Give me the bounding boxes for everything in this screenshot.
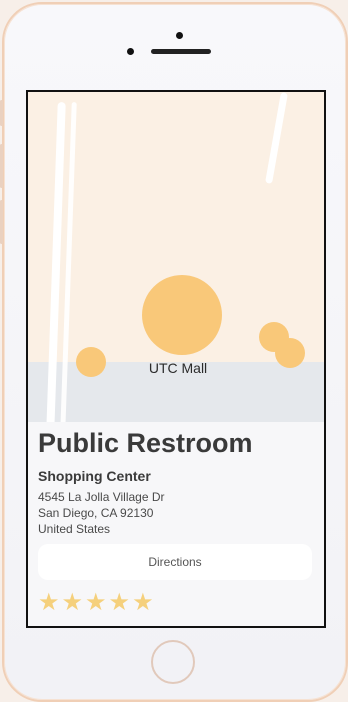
front-camera xyxy=(176,32,183,39)
star-icon[interactable]: ★ xyxy=(38,590,60,614)
side-button-left-2 xyxy=(0,144,3,188)
star-icon[interactable]: ★ xyxy=(85,590,107,614)
star-icon[interactable]: ★ xyxy=(62,590,84,614)
star-icon[interactable]: ★ xyxy=(132,590,154,614)
star-icon[interactable]: ★ xyxy=(109,590,131,614)
place-category: Shopping Center xyxy=(38,468,151,484)
map-marker-large[interactable] xyxy=(142,275,222,355)
map-view[interactable]: UTC Mall xyxy=(28,92,324,422)
address-line-3: United States xyxy=(38,522,111,536)
map-road-right xyxy=(265,92,288,184)
map-marker-right-2[interactable] xyxy=(275,338,305,368)
rating-stars[interactable]: ★ ★ ★ ★ ★ xyxy=(38,590,154,614)
side-button-left-1 xyxy=(0,100,3,126)
address-line-2: San Diego, CA 92130 xyxy=(38,506,154,520)
app-screen: UTC Mall Public Restroom Shopping Center… xyxy=(26,90,326,628)
side-button-left-3 xyxy=(0,200,3,244)
home-button-icon[interactable] xyxy=(151,640,195,684)
directions-button[interactable]: Directions xyxy=(38,544,312,580)
map-place-label: UTC Mall xyxy=(148,360,208,376)
front-sensor xyxy=(127,48,134,55)
map-marker-left[interactable] xyxy=(76,347,106,377)
address-line-1: 4545 La Jolla Village Dr xyxy=(38,490,165,504)
earpiece-speaker xyxy=(151,49,211,54)
place-info-card: Public Restroom Shopping Center 4545 La … xyxy=(28,422,324,626)
place-title: Public Restroom xyxy=(38,428,253,458)
